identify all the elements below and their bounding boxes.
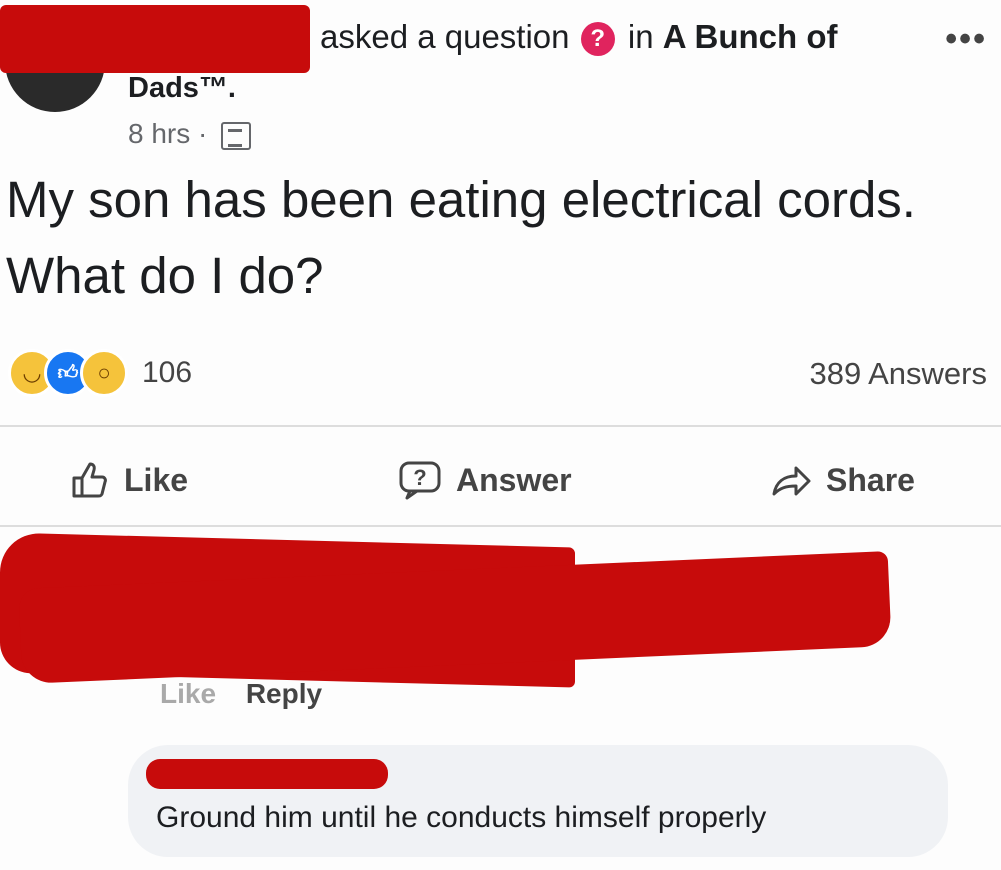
answer-button[interactable]: ? Answer <box>398 455 572 505</box>
reaction-count[interactable]: 106 <box>142 356 192 390</box>
svg-text:?: ? <box>413 465 426 490</box>
answers-count[interactable]: 389 Answers <box>810 356 988 392</box>
asked-question-text: asked a question <box>320 18 570 55</box>
reply-text: Ground him until he conducts himself pro… <box>156 801 767 834</box>
post-header: asked a question ? in A Bunch of <box>320 18 838 57</box>
like-button[interactable]: Like <box>70 455 188 505</box>
reaction-summary[interactable]: ◡ 👍︎ ○ 106 <box>8 349 192 397</box>
question-bubble-icon: ? <box>399 461 441 500</box>
wow-reaction-icon: ○ <box>80 349 128 397</box>
in-text: in <box>627 18 654 55</box>
divider <box>0 425 1001 427</box>
share-label: Share <box>826 461 915 498</box>
more-options-icon[interactable]: ••• <box>945 20 987 59</box>
redacted-reply-author <box>146 759 388 789</box>
reply-bubble: Ground him until he conducts himself pro… <box>128 745 948 857</box>
group-name-link[interactable]: A Bunch of <box>663 18 838 55</box>
question-text: My son has been eating electrical cords.… <box>6 171 916 304</box>
timestamp-text[interactable]: 8 hrs · <box>128 118 207 149</box>
like-label: Like <box>124 461 189 498</box>
redacted-author-name <box>0 5 310 73</box>
question-badge-icon: ? <box>580 22 615 57</box>
share-arrow-icon <box>772 466 811 496</box>
thumbs-up-icon <box>72 462 107 498</box>
comment-reply-link[interactable]: Reply <box>246 678 322 709</box>
group-icon <box>221 121 252 150</box>
divider <box>0 525 1001 527</box>
comment-actions: Like Reply <box>160 678 322 710</box>
post-timestamp: 8 hrs · <box>128 118 252 150</box>
answer-label: Answer <box>456 461 572 498</box>
share-button[interactable]: Share <box>770 455 915 505</box>
comment-like-link[interactable]: Like <box>160 678 216 709</box>
group-name-tail[interactable]: Dads™. <box>128 72 236 105</box>
